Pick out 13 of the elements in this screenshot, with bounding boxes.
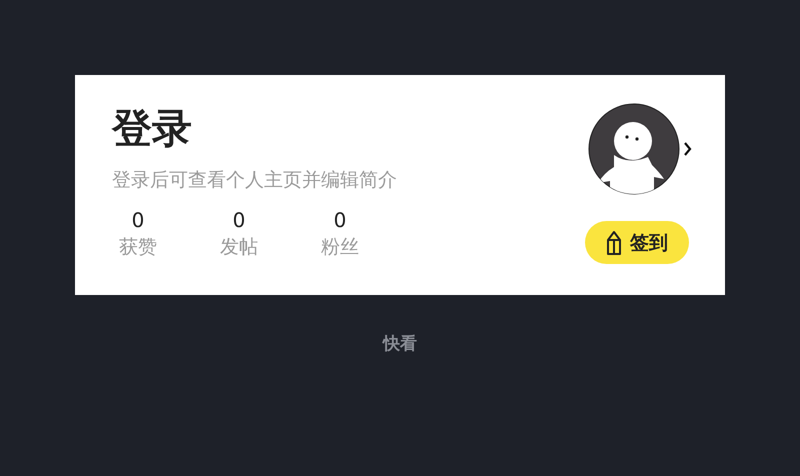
stat-value: 0 (334, 207, 346, 233)
stat-label: 发帖 (220, 235, 258, 260)
login-title[interactable]: 登录 (112, 103, 397, 155)
stat-label: 粉丝 (321, 235, 359, 260)
check-in-button[interactable]: 签到 (585, 221, 689, 264)
chevron-right-icon[interactable] (684, 141, 692, 157)
avatar[interactable] (588, 103, 680, 195)
app-name: 快看 (383, 333, 417, 355)
stat-value: 0 (232, 207, 246, 233)
login-hint: 登录后可查看个人主页并编辑简介 (112, 168, 397, 193)
stat-value: 0 (132, 207, 144, 233)
pencil-icon (606, 230, 622, 256)
stat-label: 获赞 (119, 235, 157, 260)
